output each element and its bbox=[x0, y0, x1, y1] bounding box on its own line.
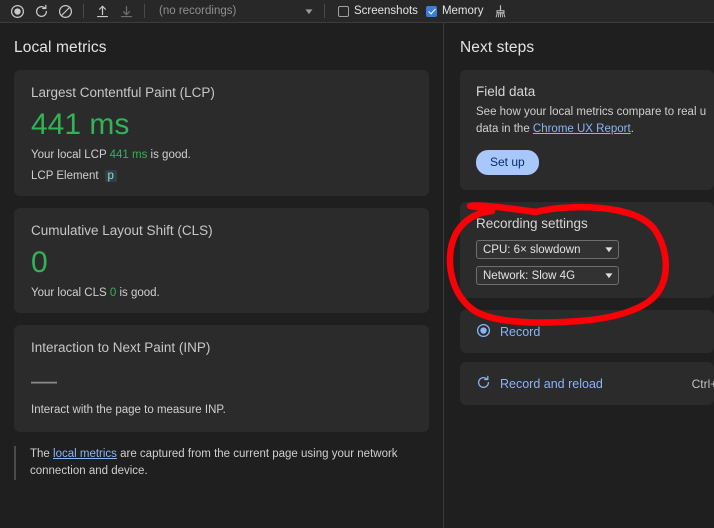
cpu-throttling-select[interactable]: CPU: 6× slowdown ▼ bbox=[476, 240, 619, 259]
metric-description-lcp: Your local LCP 441 ms is good. bbox=[31, 149, 412, 161]
metric-card-inp: Interaction to Next Paint (INP) — Intera… bbox=[14, 325, 429, 432]
clear-icon bbox=[58, 4, 73, 19]
record-action-label: Record bbox=[500, 324, 541, 339]
memory-label: Memory bbox=[441, 5, 484, 17]
metric-name-cls: Cumulative Layout Shift (CLS) bbox=[31, 223, 213, 238]
metric-card-cls: Cumulative Layout Shift (CLS) 0 Your loc… bbox=[14, 208, 429, 313]
metric-value-inp: — bbox=[31, 365, 57, 395]
lcp-desc-value: 441 ms bbox=[109, 149, 148, 161]
checkbox-box-screenshots bbox=[338, 5, 349, 17]
record-and-reload-action-label: Record and reload bbox=[500, 376, 603, 391]
record-and-reload-action-shortcut: Ctrl+Sh bbox=[691, 376, 714, 391]
metric-name-lcp: Largest Contentful Paint (LCP) bbox=[31, 85, 215, 100]
clear-button[interactable] bbox=[54, 1, 76, 21]
metric-card-lcp: Largest Contentful Paint (LCP) 441 ms Yo… bbox=[14, 70, 429, 196]
toolbar-divider-1 bbox=[83, 4, 84, 18]
next-steps-title: Next steps bbox=[460, 39, 535, 56]
local-metrics-link[interactable]: local metrics bbox=[53, 448, 117, 460]
field-data-title: Field data bbox=[476, 84, 536, 99]
collect-garbage-button[interactable] bbox=[489, 1, 511, 21]
record-and-reload-action-row[interactable]: Record and reload Ctrl+Sh bbox=[460, 362, 714, 405]
field-data-line2-suffix: . bbox=[630, 123, 634, 135]
recordings-select[interactable]: (no recordings) ▼ bbox=[152, 2, 317, 21]
recording-settings-title: Recording settings bbox=[476, 216, 588, 231]
performance-toolbar: (no recordings) ▼ Screenshots Memory bbox=[0, 0, 714, 23]
screenshots-label: Screenshots bbox=[354, 5, 418, 17]
note-prefix: The bbox=[30, 448, 54, 460]
record-icon bbox=[476, 323, 491, 341]
cls-desc-prefix: Your local CLS bbox=[31, 287, 110, 299]
download-icon bbox=[119, 4, 134, 19]
lcp-element-row: LCP Element p bbox=[31, 170, 412, 182]
cpu-throttling-value: CPU: 6× slowdown bbox=[483, 243, 581, 256]
record-and-reload-icon bbox=[34, 4, 49, 19]
record-icon bbox=[10, 4, 25, 19]
save-profile-button[interactable] bbox=[115, 1, 137, 21]
load-profile-button[interactable] bbox=[91, 1, 113, 21]
recordings-select-value: (no recordings) bbox=[159, 5, 237, 17]
insights-body: Local metrics Largest Contentful Paint (… bbox=[0, 23, 714, 528]
record-and-reload-button[interactable] bbox=[30, 1, 52, 21]
lcp-element-node-link[interactable]: p bbox=[104, 170, 117, 182]
local-metrics-title: Local metrics bbox=[14, 39, 107, 56]
network-throttling-select[interactable]: Network: Slow 4G ▼ bbox=[476, 266, 619, 285]
record-and-reload-icon bbox=[476, 375, 491, 393]
local-metrics-pane: Local metrics Largest Contentful Paint (… bbox=[0, 23, 443, 528]
local-metrics-note: The local metrics are captured from the … bbox=[14, 446, 414, 480]
toolbar-divider-2 bbox=[144, 4, 145, 18]
field-data-card: Field data See how your local metrics co… bbox=[460, 70, 714, 190]
lcp-desc-suffix: is good. bbox=[147, 149, 191, 161]
chrome-ux-report-link[interactable]: Chrome UX Report bbox=[533, 123, 631, 135]
chevron-down-icon: ▼ bbox=[303, 6, 315, 16]
metric-description-inp: Interact with the page to measure INP. bbox=[31, 404, 226, 416]
field-data-line2: data in the Chrome UX Report. bbox=[476, 121, 698, 138]
field-data-line2-prefix: data in the bbox=[476, 123, 533, 135]
field-data-line1: See how your local metrics compare to re… bbox=[476, 106, 707, 118]
lcp-desc-prefix: Your local LCP bbox=[31, 149, 110, 161]
chevron-down-icon: ▼ bbox=[603, 245, 615, 254]
metric-description-cls: Your local CLS 0 is good. bbox=[31, 287, 412, 299]
record-action-row[interactable]: Record C bbox=[460, 310, 714, 353]
memory-checkbox[interactable]: Memory bbox=[425, 5, 484, 17]
record-button[interactable] bbox=[6, 1, 28, 21]
set-up-button[interactable]: Set up bbox=[476, 150, 539, 175]
broom-icon bbox=[493, 4, 508, 19]
checkbox-box-memory bbox=[425, 5, 437, 17]
chevron-down-icon: ▼ bbox=[603, 271, 615, 280]
lcp-element-label: LCP Element bbox=[31, 170, 99, 182]
toolbar-divider-3 bbox=[324, 4, 325, 18]
cls-desc-suffix: is good. bbox=[116, 287, 160, 299]
next-steps-pane: Next steps Field data See how your local… bbox=[444, 23, 714, 528]
recording-settings-card: Recording settings CPU: 6× slowdown ▼ Ne… bbox=[460, 202, 714, 298]
screenshots-checkbox[interactable]: Screenshots bbox=[338, 5, 418, 17]
metric-name-inp: Interaction to Next Paint (INP) bbox=[31, 340, 211, 355]
upload-icon bbox=[95, 4, 110, 19]
metric-value-lcp: 441 ms bbox=[31, 108, 130, 141]
network-throttling-value: Network: Slow 4G bbox=[483, 269, 576, 282]
metric-value-cls: 0 bbox=[31, 246, 48, 279]
